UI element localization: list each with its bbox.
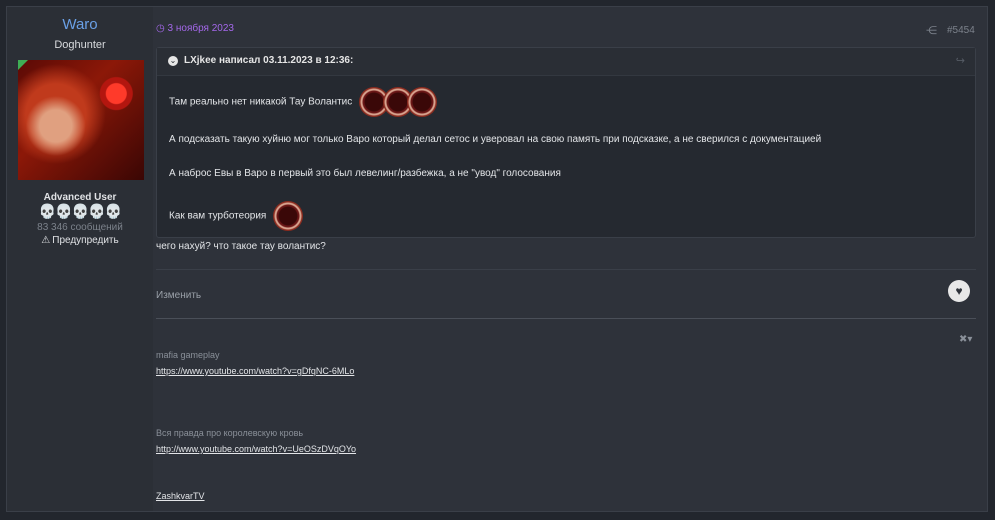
user-title: Doghunter: [54, 39, 106, 51]
post-text: чего нахуй? что такое тау волантис?: [156, 241, 326, 252]
signature-label: Вся правда про королевскую кровь: [156, 428, 304, 438]
warn-button[interactable]: ⚠ Предупредить: [7, 235, 153, 246]
quote-line: Как вам турботеория: [169, 201, 304, 231]
post-number[interactable]: #5454: [947, 25, 975, 36]
edit-link[interactable]: Изменить: [156, 290, 201, 301]
post: Waro Doghunter Advanced User 💀💀💀💀💀 83 34…: [6, 6, 988, 512]
signature-link[interactable]: ZashkvarTV: [156, 491, 205, 501]
user-sidebar: Waro Doghunter Advanced User 💀💀💀💀💀 83 34…: [7, 7, 153, 511]
share-icon[interactable]: ⋲: [926, 24, 937, 37]
quote-block: ⌄ LXjkee написал 03.11.2023 в 12:36: ↪ Т…: [156, 47, 976, 238]
smiley-icon: [273, 201, 304, 231]
quote-line: А подсказать такую хуйню мог только Варо…: [169, 134, 822, 145]
quote-header: ⌄ LXjkee написал 03.11.2023 в 12:36: ↪: [157, 48, 975, 76]
quote-line: А наброс Евы в Варо в первый это был лев…: [169, 168, 561, 179]
jump-to-quote-icon[interactable]: ↪: [956, 54, 965, 67]
skull-icons: 💀💀💀💀💀: [38, 203, 122, 219]
chevron-down-icon[interactable]: ⌄: [168, 56, 178, 66]
clock-icon: ◷: [156, 23, 165, 34]
post-date[interactable]: ◷ 3 ноября 2023: [156, 23, 234, 34]
smiley-icon: [407, 87, 438, 117]
post-date-text: 3 ноября 2023: [167, 23, 234, 34]
like-heart-icon[interactable]: ♥: [948, 280, 970, 302]
divider: [156, 269, 976, 270]
message-count: 83 346 сообщений: [37, 222, 123, 233]
signature-link[interactable]: https://www.youtube.com/watch?v=gDfqNC-6…: [156, 366, 354, 376]
signature-close-icon[interactable]: ✖▾: [959, 334, 972, 345]
user-rank: Advanced User: [43, 192, 117, 203]
signature-label: mafia gameplay: [156, 350, 220, 360]
quote-line: Там реально нет никакой Тау Волантис: [169, 87, 438, 117]
signature-divider: [156, 318, 976, 319]
username-link[interactable]: Waro: [7, 16, 153, 33]
online-indicator: [18, 60, 28, 70]
quote-author: LXjkee написал 03.11.2023 в 12:36:: [184, 55, 354, 66]
avatar[interactable]: [18, 60, 144, 180]
warning-icon: ⚠: [41, 235, 51, 246]
warn-label: Предупредить: [52, 235, 119, 246]
signature-link[interactable]: http://www.youtube.com/watch?v=UeOSzDVqO…: [156, 444, 356, 454]
